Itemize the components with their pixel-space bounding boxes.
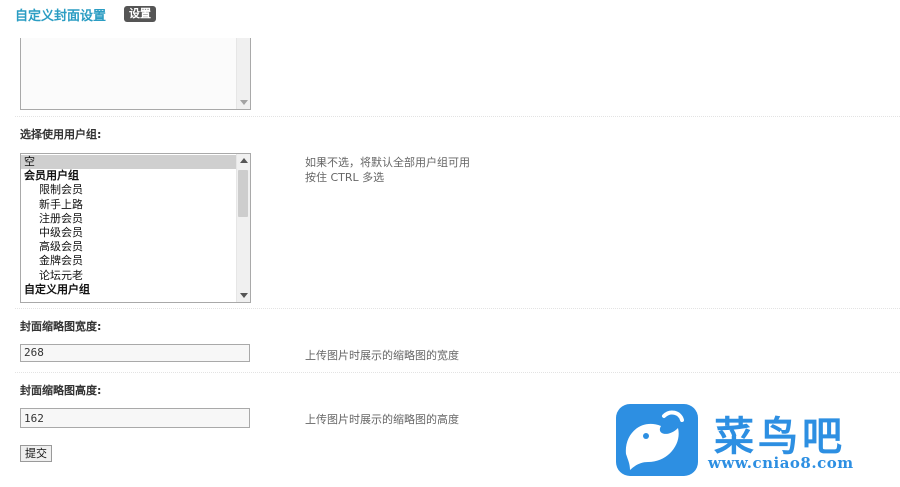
usergroup-option[interactable]: 新手上路: [21, 198, 236, 212]
usergroup-option[interactable]: 会员用户组: [21, 169, 236, 183]
usergroup-label: 选择使用用户组:: [20, 128, 102, 141]
height-input[interactable]: [20, 408, 250, 428]
content-textarea[interactable]: [20, 38, 251, 110]
usergroup-select[interactable]: 空会员用户组 限制会员 新手上路 注册会员 中级会员 高级会员 金牌会员 论坛元老 自定义用户组: [20, 153, 251, 303]
scroll-down-arrow-icon[interactable]: [240, 293, 248, 298]
usergroup-option[interactable]: 论坛元老: [21, 269, 236, 283]
width-input[interactable]: [20, 344, 250, 362]
usergroup-option[interactable]: 自定义用户组: [21, 283, 236, 297]
usergroup-option[interactable]: 高级会员: [21, 240, 236, 254]
scroll-down-arrow-icon[interactable]: [240, 100, 248, 105]
width-hint: 上传图片时展示的缩略图的宽度: [305, 349, 459, 362]
height-label: 封面缩略图高度:: [20, 384, 102, 397]
select-scrollbar[interactable]: [236, 154, 250, 302]
scroll-up-arrow-icon[interactable]: [240, 158, 248, 163]
divider: [15, 372, 900, 373]
settings-badge[interactable]: 设置: [124, 6, 157, 22]
height-hint: 上传图片时展示的缩略图的高度: [305, 413, 459, 426]
textarea-scrollbar[interactable]: [236, 38, 250, 109]
divider: [15, 308, 900, 309]
usergroup-hint-line2: 按住 CTRL 多选: [305, 171, 385, 184]
watermark: 菜鸟吧 www.cniao8.com: [616, 404, 900, 487]
usergroup-option[interactable]: 中级会员: [21, 226, 236, 240]
usergroup-hint: 如果不选，将默认全部用户组可用 按住 CTRL 多选: [305, 155, 470, 185]
usergroup-option[interactable]: 注册会员: [21, 212, 236, 226]
divider: [15, 116, 900, 117]
page-title: 自定义封面设置: [15, 8, 107, 24]
watermark-url: www.cniao8.com: [708, 454, 854, 472]
usergroup-hint-line1: 如果不选，将默认全部用户组可用: [305, 156, 470, 169]
page-header: 自定义封面设置 设置: [15, 4, 157, 24]
usergroup-option[interactable]: 金牌会员: [21, 254, 236, 268]
submit-button[interactable]: 提交: [20, 445, 52, 462]
usergroup-options: 空会员用户组 限制会员 新手上路 注册会员 中级会员 高级会员 金牌会员 论坛元老 自定义用户组: [21, 155, 236, 297]
scroll-thumb[interactable]: [238, 170, 248, 217]
usergroup-option[interactable]: 限制会员: [21, 183, 236, 197]
width-label: 封面缩略图宽度:: [20, 320, 102, 333]
bird-logo-icon: [616, 404, 698, 476]
usergroup-option[interactable]: 空: [21, 155, 236, 170]
